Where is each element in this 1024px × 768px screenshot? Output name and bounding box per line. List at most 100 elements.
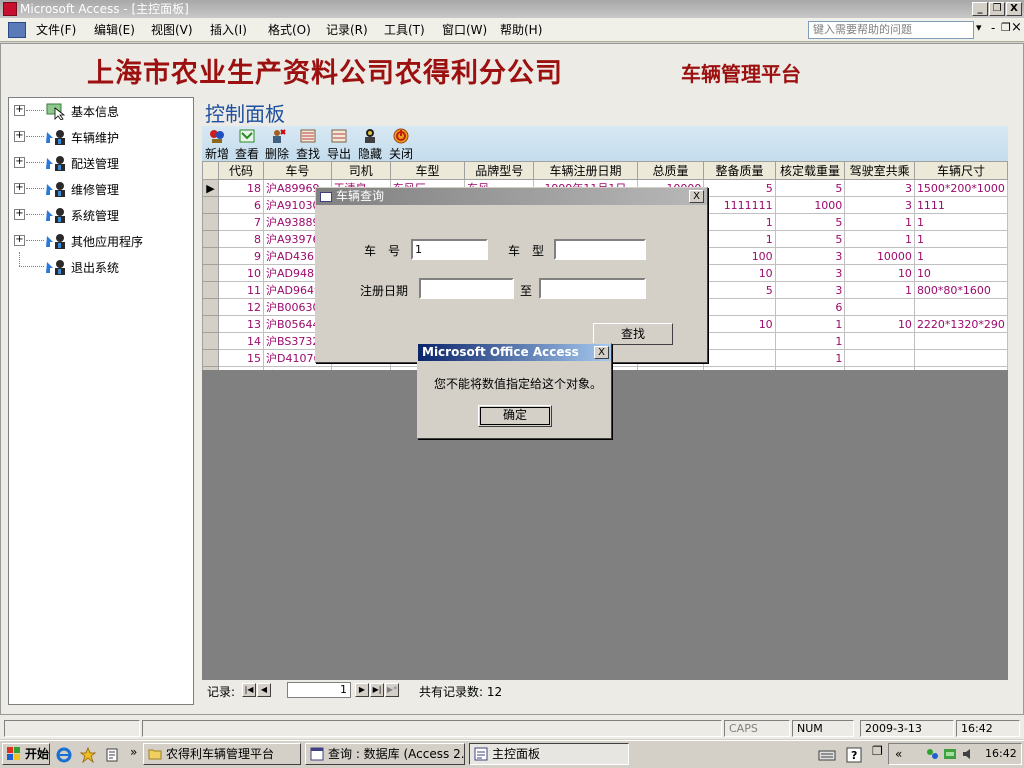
help-search-input[interactable]: 键入需要帮助的问题 — [808, 21, 974, 39]
menu-edit[interactable]: 编辑(E) — [94, 22, 135, 38]
new-button[interactable]: 新增 — [202, 128, 232, 162]
task-query[interactable]: 查询 : 数据库 (Access 2... — [305, 743, 465, 765]
table-cell[interactable] — [913, 332, 1008, 350]
security-icon[interactable] — [943, 747, 957, 761]
table-cell[interactable] — [703, 298, 776, 316]
table-cell[interactable]: 1 — [913, 213, 1008, 231]
close-panel-button[interactable]: 关闭 — [386, 128, 416, 162]
table-cell[interactable]: 1111111 — [703, 196, 776, 214]
task-folder[interactable]: 农得利车辆管理平台 — [143, 743, 301, 765]
delete-button[interactable]: 删除 — [262, 128, 292, 162]
table-cell[interactable]: 3 — [844, 196, 915, 214]
doc-minimize-button[interactable]: - — [991, 21, 995, 35]
tree-item-other-apps[interactable]: + 其他应用程序 — [9, 230, 189, 252]
view-button[interactable]: 查看 — [232, 128, 262, 162]
hide-button[interactable]: 隐藏 — [355, 128, 385, 162]
help-dropdown-arrow[interactable]: ▾ — [976, 21, 982, 34]
table-cell[interactable]: 5 — [774, 179, 846, 197]
table-cell[interactable]: 3 — [774, 264, 846, 282]
expand-icon[interactable]: + — [14, 105, 25, 116]
menu-format[interactable]: 格式(O) — [268, 22, 311, 38]
table-cell[interactable]: 1 — [844, 281, 915, 299]
table-cell[interactable]: 1000 — [774, 196, 846, 214]
table-cell[interactable]: 10 — [844, 315, 915, 333]
ie-icon[interactable] — [56, 747, 72, 763]
minimize-button[interactable]: _ — [972, 2, 988, 16]
next-record-button[interactable]: ▶ — [355, 683, 369, 697]
expand-icon[interactable]: + — [14, 157, 25, 168]
find-button[interactable]: 查找 — [593, 323, 673, 345]
media-icon[interactable] — [104, 747, 120, 763]
record-number-input[interactable]: 1 — [287, 682, 351, 698]
table-cell[interactable]: 1 — [844, 213, 915, 231]
row-selector[interactable] — [202, 332, 219, 350]
tree-item-exit[interactable]: 退出系统 — [9, 252, 189, 278]
table-cell[interactable] — [703, 349, 776, 367]
expand-icon[interactable]: + — [14, 235, 25, 246]
menu-file[interactable]: 文件(F) — [36, 22, 76, 38]
table-cell[interactable]: 13 — [217, 315, 265, 333]
search-dialog-close-button[interactable]: X — [689, 190, 704, 203]
table-cell[interactable]: 3 — [774, 281, 846, 299]
row-selector[interactable] — [202, 349, 219, 367]
col-header[interactable]: 总质量 — [636, 161, 705, 180]
restore-tray-icon[interactable]: ❐ — [872, 744, 883, 758]
table-cell[interactable]: 18 — [217, 179, 265, 197]
table-cell[interactable]: 5 — [703, 179, 776, 197]
table-cell[interactable] — [703, 332, 776, 350]
table-cell[interactable]: 100 — [703, 247, 776, 265]
table-cell[interactable]: 1 — [703, 230, 776, 248]
tree-item-delivery-management[interactable]: + 配送管理 — [9, 152, 189, 174]
date-to-input[interactable] — [539, 278, 646, 299]
first-record-button[interactable]: |◀ — [242, 683, 256, 697]
row-selector[interactable] — [202, 281, 219, 299]
table-cell[interactable]: 800*80*1600 — [913, 281, 1008, 299]
tray-expand-chevron[interactable]: « — [895, 747, 902, 761]
quicklaunch-chevron[interactable]: » — [130, 745, 137, 759]
help-icon[interactable]: ? — [846, 747, 862, 763]
row-selector[interactable] — [202, 298, 219, 316]
col-header[interactable]: 驾驶室共乘 — [844, 161, 915, 180]
col-header[interactable]: 车辆注册日期 — [533, 161, 638, 180]
restore-button[interactable]: ❐ — [989, 2, 1005, 16]
doc-close-button[interactable]: × — [1011, 20, 1022, 35]
row-selector[interactable] — [202, 230, 219, 248]
col-header[interactable]: 车号 — [263, 161, 332, 180]
col-header[interactable]: 整备质量 — [703, 161, 776, 180]
menu-view[interactable]: 视图(V) — [151, 22, 193, 38]
col-header[interactable]: 核定载重量 — [774, 161, 846, 180]
expand-icon[interactable]: + — [14, 209, 25, 220]
row-selector-header[interactable] — [202, 161, 219, 180]
row-selector[interactable] — [202, 264, 219, 282]
close-button[interactable]: X — [1006, 2, 1022, 16]
menu-window[interactable]: 窗口(W) — [442, 22, 487, 38]
table-cell[interactable]: 10 — [844, 264, 915, 282]
table-cell[interactable]: 1 — [774, 349, 846, 367]
table-cell[interactable]: 5 — [703, 281, 776, 299]
find-button[interactable]: 查找 — [293, 128, 323, 162]
table-cell[interactable]: 8 — [217, 230, 265, 248]
table-cell[interactable]: 1 — [913, 230, 1008, 248]
tree-item-basic-info[interactable]: + 基本信息 — [9, 100, 189, 122]
table-cell[interactable]: 1 — [774, 315, 846, 333]
row-selector[interactable] — [202, 315, 219, 333]
menu-records[interactable]: 记录(R) — [326, 22, 368, 38]
table-cell[interactable]: 5 — [774, 230, 846, 248]
start-button[interactable]: 开始 — [2, 743, 50, 765]
row-selector[interactable] — [202, 196, 219, 214]
network-icon[interactable] — [925, 747, 939, 761]
col-header[interactable]: 代码 — [217, 161, 265, 180]
table-cell[interactable]: 10 — [217, 264, 265, 282]
export-button[interactable]: 导出 — [324, 128, 354, 162]
prev-record-button[interactable]: ◀ — [257, 683, 271, 697]
tree-item-repair-management[interactable]: + 维修管理 — [9, 178, 189, 200]
table-cell[interactable]: 7 — [217, 213, 265, 231]
col-header[interactable]: 车辆尺寸 — [913, 161, 1008, 180]
doc-restore-button[interactable]: ❐ — [1001, 21, 1011, 34]
table-cell[interactable] — [844, 298, 915, 316]
table-cell[interactable]: 1 — [844, 230, 915, 248]
row-selector[interactable] — [202, 213, 219, 231]
col-header[interactable]: 品牌型号 — [464, 161, 535, 180]
tree-item-vehicle-maintenance[interactable]: + 车辆维护 — [9, 126, 189, 148]
table-cell[interactable]: 3 — [844, 179, 915, 197]
